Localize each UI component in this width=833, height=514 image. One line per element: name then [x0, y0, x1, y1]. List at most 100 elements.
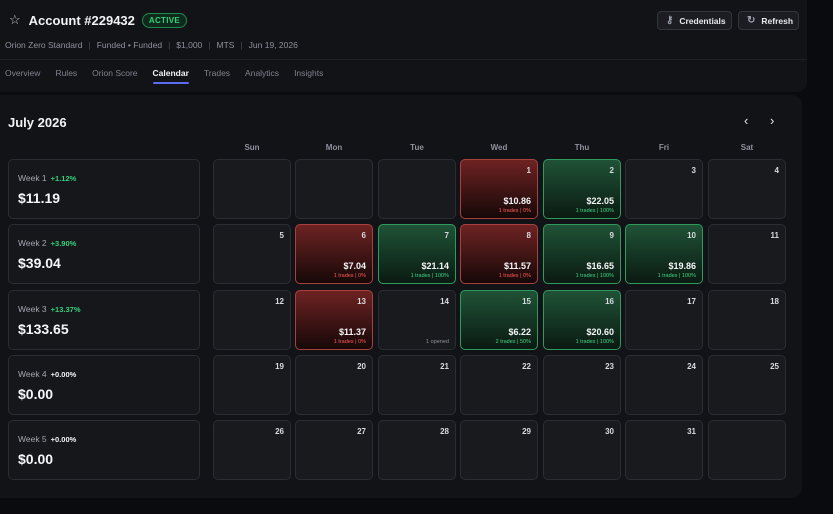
day-number: 24	[687, 362, 696, 371]
credentials-button[interactable]: ⚷ Credentials	[657, 11, 732, 30]
day-cell[interactable]: 16 $20.60 1 trades | 100%	[543, 290, 621, 350]
tab-orion-score[interactable]: Orion Score	[92, 68, 137, 84]
day-cell[interactable]: 20	[295, 355, 373, 415]
meta-date: Jun 19, 2026	[248, 40, 298, 50]
day-cell[interactable]: 17	[625, 290, 703, 350]
meta-platform: MTS	[216, 40, 235, 50]
day-cell[interactable]: 7 $21.14 1 trades | 100%	[378, 224, 456, 284]
tab-insights[interactable]: Insights	[294, 68, 323, 84]
day-pnl: $6.22	[508, 327, 531, 337]
meta-divider: |	[88, 40, 91, 50]
day-cell[interactable]: 14 1 opened	[378, 290, 456, 350]
day-cell[interactable]: 9 $16.65 1 trades | 100%	[543, 224, 621, 284]
refresh-icon: ↻	[747, 15, 756, 26]
meta-divider: |	[240, 40, 243, 50]
day-cell[interactable]: 13 $11.37 1 trades | 0%	[295, 290, 373, 350]
day-number: 15	[522, 297, 531, 306]
next-month-button[interactable]: ›	[770, 113, 774, 128]
day-pnl: $11.37	[338, 327, 366, 337]
day-trade-stats: 2 trades | 50%	[495, 339, 531, 345]
day-trade-stats: 1 trades | 100%	[575, 208, 614, 214]
day-cell[interactable]	[295, 159, 373, 219]
day-cell[interactable]: 6 $7.04 1 trades | 0%	[295, 224, 373, 284]
day-cell[interactable]: 26	[213, 420, 291, 480]
day-pnl: $19.86	[668, 261, 696, 271]
weekday-header: Thu	[574, 143, 590, 152]
day-cell[interactable]: 5	[213, 224, 291, 284]
day-cell[interactable]: 3	[625, 159, 703, 219]
day-cell[interactable]: 8 $11.57 1 trades | 0%	[460, 224, 538, 284]
day-cell[interactable]: 2 $22.05 1 trades | 100%	[543, 159, 621, 219]
weekday-header: Mon	[325, 143, 343, 152]
day-cell[interactable]: 10 $19.86 1 trades | 100%	[625, 224, 703, 284]
day-cell[interactable]: 28	[378, 420, 456, 480]
day-number: 10	[687, 231, 696, 240]
day-number: 26	[275, 427, 284, 436]
day-trade-stats: 1 trades | 100%	[410, 273, 449, 279]
week-label-row: Week 5 +0.00%	[18, 434, 76, 444]
day-pnl: $22.05	[586, 196, 614, 206]
day-cell[interactable]	[213, 159, 291, 219]
tab-rules[interactable]: Rules	[55, 68, 77, 84]
week-label-row: Week 4 +0.00%	[18, 369, 76, 379]
week-percent: +3.90%	[50, 239, 77, 248]
refresh-button[interactable]: ↻ Refresh	[738, 11, 799, 30]
day-cell[interactable]: 19	[213, 355, 291, 415]
day-cell[interactable]: 1 $10.86 1 trades | 0%	[460, 159, 538, 219]
day-number: 25	[770, 362, 779, 371]
day-cell[interactable]: 30	[543, 420, 621, 480]
day-number: 9	[609, 231, 614, 240]
day-cell[interactable]	[378, 159, 456, 219]
header-divider	[0, 59, 807, 60]
day-number: 28	[440, 427, 449, 436]
day-trade-stats: 1 trades | 0%	[333, 339, 366, 345]
day-cell[interactable]: 27	[295, 420, 373, 480]
tab-trades[interactable]: Trades	[204, 68, 230, 84]
account-meta: Orion Zero Standard | Funded • Funded | $1…	[5, 40, 298, 50]
day-cell[interactable]: 24	[625, 355, 703, 415]
account-header: ☆ Account #229432 ACTIVE Orion Zero Stan…	[0, 0, 807, 92]
week-label: Week 4	[18, 369, 47, 379]
day-number: 5	[279, 231, 284, 240]
day-number: 6	[361, 231, 366, 240]
weekday-header: Fri	[658, 143, 670, 152]
day-cell[interactable]	[708, 420, 786, 480]
week-value: $0.00	[18, 386, 54, 402]
day-cell[interactable]: 22	[460, 355, 538, 415]
week-value: $0.00	[18, 451, 54, 467]
tab-calendar[interactable]: Calendar	[152, 68, 190, 84]
day-number: 21	[440, 362, 449, 371]
meta-divider: |	[208, 40, 211, 50]
meta-size: $1,000	[176, 40, 203, 50]
tab-analytics[interactable]: Analytics	[245, 68, 279, 84]
day-cell[interactable]: 21	[378, 355, 456, 415]
day-cell[interactable]: 11	[708, 224, 786, 284]
title-row: ☆ Account #229432 ACTIVE	[9, 12, 188, 28]
day-number: 17	[687, 297, 696, 306]
day-cell[interactable]: 31	[625, 420, 703, 480]
day-cell[interactable]: 23	[543, 355, 621, 415]
tab-bar: Overview Rules Orion Score Calendar Trad…	[5, 68, 338, 84]
weekday-header: Sat	[740, 143, 754, 152]
week-summary-card: Week 2 +3.90% $39.04	[8, 224, 200, 284]
day-trade-stats: 1 trades | 0%	[498, 273, 531, 279]
week-summary-card: Week 5 +0.00% $0.00	[8, 420, 200, 480]
day-cell[interactable]: 4	[708, 159, 786, 219]
day-cell[interactable]: 12	[213, 290, 291, 350]
day-cell[interactable]: 25	[708, 355, 786, 415]
week-percent: +13.37%	[50, 305, 81, 314]
star-icon[interactable]: ☆	[9, 12, 21, 28]
day-cell[interactable]: 18	[708, 290, 786, 350]
week-percent: +0.00%	[50, 435, 77, 444]
day-cell[interactable]: 29	[460, 420, 538, 480]
day-number: 7	[444, 231, 449, 240]
day-trade-stats: 1 trades | 0%	[333, 273, 366, 279]
week-label-row: Week 1 +1.12%	[18, 173, 76, 183]
tab-overview[interactable]: Overview	[5, 68, 40, 84]
day-cell[interactable]: 15 $6.22 2 trades | 50%	[460, 290, 538, 350]
day-number: 22	[522, 362, 531, 371]
day-number: 1	[526, 166, 531, 175]
weekday-header: Sun	[244, 143, 260, 152]
prev-month-button[interactable]: ‹	[744, 113, 748, 128]
day-number: 16	[605, 297, 614, 306]
